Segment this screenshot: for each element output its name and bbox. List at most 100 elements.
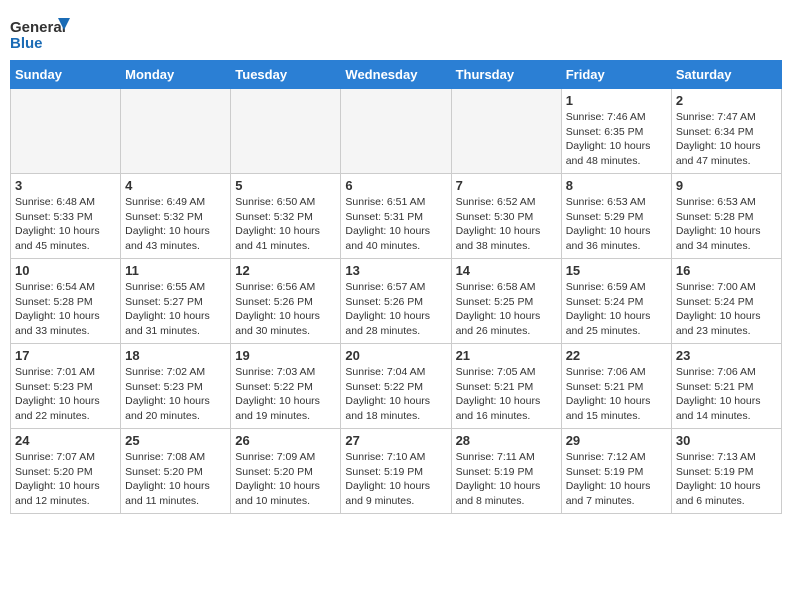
day-cell: 26 Sunrise: 7:09 AMSunset: 5:20 PMDayligh… xyxy=(231,429,341,514)
day-info: Sunrise: 7:02 AMSunset: 5:23 PMDaylight:… xyxy=(125,365,226,424)
day-number: 1 xyxy=(566,93,667,108)
day-number: 8 xyxy=(566,178,667,193)
day-info: Sunrise: 7:10 AMSunset: 5:19 PMDaylight:… xyxy=(345,450,446,509)
day-cell: 11Sunrise: 6:55 AMSunset: 5:27 PMDayligh… xyxy=(121,259,231,344)
day-cell: 17 Sunrise: 7:01 AMSunset: 5:23 PMDayligh… xyxy=(11,344,121,429)
day-cell: 25 Sunrise: 7:08 AMSunset: 5:20 PMDayligh… xyxy=(121,429,231,514)
day-number: 14 xyxy=(456,263,557,278)
day-number: 30 xyxy=(676,433,777,448)
day-number: 27 xyxy=(345,433,446,448)
day-info: Sunrise: 6:54 AMSunset: 5:28 PMDaylight:… xyxy=(15,280,116,339)
week-row-5: 24 Sunrise: 7:07 AMSunset: 5:20 PMDayligh… xyxy=(11,429,782,514)
day-cell: 27 Sunrise: 7:10 AMSunset: 5:19 PMDayligh… xyxy=(341,429,451,514)
day-number: 15 xyxy=(566,263,667,278)
day-number: 9 xyxy=(676,178,777,193)
day-cell: 4 Sunrise: 6:49 AMSunset: 5:32 PMDaylight… xyxy=(121,174,231,259)
day-number: 18 xyxy=(125,348,226,363)
day-info: Sunrise: 6:53 AMSunset: 5:28 PMDaylight:… xyxy=(676,195,777,254)
day-cell: 29Sunrise: 7:12 AMSunset: 5:19 PMDayligh… xyxy=(561,429,671,514)
day-info: Sunrise: 6:51 AMSunset: 5:31 PMDaylight:… xyxy=(345,195,446,254)
day-number: 5 xyxy=(235,178,336,193)
weekday-header-monday: Monday xyxy=(121,61,231,89)
day-cell: 1 Sunrise: 7:46 AMSunset: 6:35 PMDaylight… xyxy=(561,89,671,174)
day-cell xyxy=(121,89,231,174)
day-number: 20 xyxy=(345,348,446,363)
day-number: 16 xyxy=(676,263,777,278)
day-info: Sunrise: 7:03 AMSunset: 5:22 PMDaylight:… xyxy=(235,365,336,424)
day-number: 24 xyxy=(15,433,116,448)
day-cell: 30 Sunrise: 7:13 AMSunset: 5:19 PMDayligh… xyxy=(671,429,781,514)
day-cell: 9 Sunrise: 6:53 AMSunset: 5:28 PMDaylight… xyxy=(671,174,781,259)
day-cell: 2Sunrise: 7:47 AMSunset: 6:34 PMDaylight… xyxy=(671,89,781,174)
day-cell: 3 Sunrise: 6:48 AMSunset: 5:33 PMDaylight… xyxy=(11,174,121,259)
day-cell xyxy=(451,89,561,174)
day-info: Sunrise: 6:58 AMSunset: 5:25 PMDaylight:… xyxy=(456,280,557,339)
week-row-3: 10 Sunrise: 6:54 AMSunset: 5:28 PMDayligh… xyxy=(11,259,782,344)
day-info: Sunrise: 7:13 AMSunset: 5:19 PMDaylight:… xyxy=(676,450,777,509)
weekday-header-saturday: Saturday xyxy=(671,61,781,89)
week-row-2: 3 Sunrise: 6:48 AMSunset: 5:33 PMDaylight… xyxy=(11,174,782,259)
day-number: 22 xyxy=(566,348,667,363)
day-number: 25 xyxy=(125,433,226,448)
day-cell: 8 Sunrise: 6:53 AMSunset: 5:29 PMDaylight… xyxy=(561,174,671,259)
day-number: 17 xyxy=(15,348,116,363)
logo-svg: GeneralBlue xyxy=(10,14,80,54)
day-info: Sunrise: 6:57 AMSunset: 5:26 PMDaylight:… xyxy=(345,280,446,339)
day-cell xyxy=(11,89,121,174)
day-number: 26 xyxy=(235,433,336,448)
day-number: 3 xyxy=(15,178,116,193)
day-number: 21 xyxy=(456,348,557,363)
day-cell: 12 Sunrise: 6:56 AMSunset: 5:26 PMDayligh… xyxy=(231,259,341,344)
day-info: Sunrise: 6:49 AMSunset: 5:32 PMDaylight:… xyxy=(125,195,226,254)
day-cell: 5 Sunrise: 6:50 AMSunset: 5:32 PMDaylight… xyxy=(231,174,341,259)
day-cell: 16 Sunrise: 7:00 AMSunset: 5:24 PMDayligh… xyxy=(671,259,781,344)
day-info: Sunrise: 7:04 AMSunset: 5:22 PMDaylight:… xyxy=(345,365,446,424)
day-cell: 24 Sunrise: 7:07 AMSunset: 5:20 PMDayligh… xyxy=(11,429,121,514)
day-cell: 21 Sunrise: 7:05 AMSunset: 5:21 PMDayligh… xyxy=(451,344,561,429)
logo: GeneralBlue xyxy=(10,14,80,54)
day-cell: 15Sunrise: 6:59 AMSunset: 5:24 PMDayligh… xyxy=(561,259,671,344)
day-number: 13 xyxy=(345,263,446,278)
day-info: Sunrise: 7:47 AMSunset: 6:34 PMDaylight:… xyxy=(676,110,777,169)
svg-text:General: General xyxy=(10,19,66,36)
day-info: Sunrise: 7:06 AMSunset: 5:21 PMDaylight:… xyxy=(566,365,667,424)
day-info: Sunrise: 7:08 AMSunset: 5:20 PMDaylight:… xyxy=(125,450,226,509)
day-info: Sunrise: 6:50 AMSunset: 5:32 PMDaylight:… xyxy=(235,195,336,254)
svg-text:Blue: Blue xyxy=(10,35,43,52)
day-number: 28 xyxy=(456,433,557,448)
day-info: Sunrise: 7:09 AMSunset: 5:20 PMDaylight:… xyxy=(235,450,336,509)
day-number: 23 xyxy=(676,348,777,363)
day-cell: 6 Sunrise: 6:51 AMSunset: 5:31 PMDaylight… xyxy=(341,174,451,259)
day-info: Sunrise: 6:53 AMSunset: 5:29 PMDaylight:… xyxy=(566,195,667,254)
day-info: Sunrise: 6:52 AMSunset: 5:30 PMDaylight:… xyxy=(456,195,557,254)
day-number: 7 xyxy=(456,178,557,193)
weekday-header-thursday: Thursday xyxy=(451,61,561,89)
header: GeneralBlue xyxy=(10,10,782,54)
day-cell xyxy=(341,89,451,174)
day-cell: 13 Sunrise: 6:57 AMSunset: 5:26 PMDayligh… xyxy=(341,259,451,344)
day-info: Sunrise: 7:11 AMSunset: 5:19 PMDaylight:… xyxy=(456,450,557,509)
day-info: Sunrise: 7:06 AMSunset: 5:21 PMDaylight:… xyxy=(676,365,777,424)
day-cell: 14 Sunrise: 6:58 AMSunset: 5:25 PMDayligh… xyxy=(451,259,561,344)
day-number: 11 xyxy=(125,263,226,278)
day-info: Sunrise: 7:00 AMSunset: 5:24 PMDaylight:… xyxy=(676,280,777,339)
day-number: 10 xyxy=(15,263,116,278)
day-number: 4 xyxy=(125,178,226,193)
day-number: 12 xyxy=(235,263,336,278)
day-info: Sunrise: 7:12 AMSunset: 5:19 PMDaylight:… xyxy=(566,450,667,509)
day-number: 6 xyxy=(345,178,446,193)
day-info: Sunrise: 7:46 AMSunset: 6:35 PMDaylight:… xyxy=(566,110,667,169)
weekday-header-sunday: Sunday xyxy=(11,61,121,89)
day-info: Sunrise: 6:48 AMSunset: 5:33 PMDaylight:… xyxy=(15,195,116,254)
week-row-4: 17 Sunrise: 7:01 AMSunset: 5:23 PMDayligh… xyxy=(11,344,782,429)
day-info: Sunrise: 7:07 AMSunset: 5:20 PMDaylight:… xyxy=(15,450,116,509)
day-info: Sunrise: 7:05 AMSunset: 5:21 PMDaylight:… xyxy=(456,365,557,424)
day-cell: 23 Sunrise: 7:06 AMSunset: 5:21 PMDayligh… xyxy=(671,344,781,429)
day-info: Sunrise: 6:56 AMSunset: 5:26 PMDaylight:… xyxy=(235,280,336,339)
day-info: Sunrise: 7:01 AMSunset: 5:23 PMDaylight:… xyxy=(15,365,116,424)
day-number: 19 xyxy=(235,348,336,363)
day-cell: 10 Sunrise: 6:54 AMSunset: 5:28 PMDayligh… xyxy=(11,259,121,344)
day-cell: 19 Sunrise: 7:03 AMSunset: 5:22 PMDayligh… xyxy=(231,344,341,429)
day-cell: 22 Sunrise: 7:06 AMSunset: 5:21 PMDayligh… xyxy=(561,344,671,429)
day-cell xyxy=(231,89,341,174)
